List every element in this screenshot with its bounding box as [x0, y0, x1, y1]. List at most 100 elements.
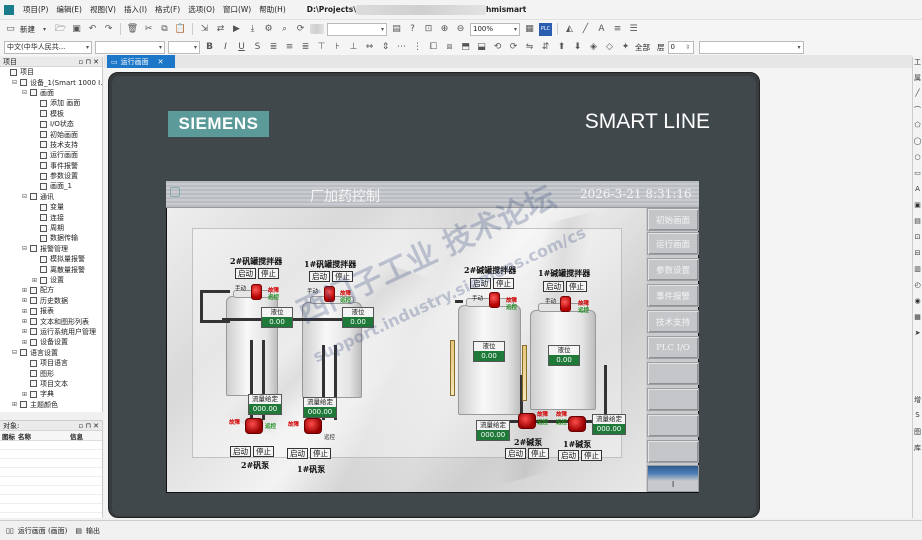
tree-item[interactable]: 数据传输: [0, 233, 102, 243]
back-icon[interactable]: ⬓: [475, 41, 488, 54]
tree-item[interactable]: ⊞ 历史数据: [0, 296, 102, 306]
tree-item[interactable]: ⊞ 设备设置: [0, 337, 102, 347]
tree-item[interactable]: I/O状态: [0, 119, 102, 129]
plc-icon[interactable]: PLC: [539, 22, 552, 36]
arrow-tool-icon[interactable]: ➤: [913, 329, 922, 345]
button-tool-icon[interactable]: ⊡: [913, 233, 922, 249]
polygon-tool-icon[interactable]: ⬠: [913, 121, 922, 137]
cut-icon[interactable]: ✂: [142, 23, 155, 36]
tree-item[interactable]: 事件报警: [0, 161, 102, 171]
zoom-combo[interactable]: 100% ▾: [470, 22, 520, 36]
status-tab-output[interactable]: 输出: [86, 526, 100, 536]
nav-empty-4[interactable]: [647, 440, 699, 463]
line-style-icon[interactable]: ≡: [611, 23, 624, 36]
expand-icon[interactable]: ⊞: [22, 391, 30, 398]
col-info[interactable]: 信息: [70, 431, 100, 441]
folder-tool-icon[interactable]: ▦: [913, 313, 922, 329]
menu-format[interactable]: 格式(F): [152, 4, 183, 15]
align-top-icon[interactable]: ⊤: [315, 41, 328, 54]
simulate-icon[interactable]: ▶: [230, 23, 243, 36]
properties-tab[interactable]: 属: [913, 73, 922, 89]
expand-icon[interactable]: ⊞: [22, 297, 30, 304]
delete-icon[interactable]: 🗑: [126, 23, 139, 36]
copy-icon[interactable]: ⧉: [158, 23, 171, 36]
tree-item[interactable]: 初始画面: [0, 129, 102, 139]
graphics-tab[interactable]: 图: [913, 427, 922, 443]
flow-setpoint[interactable]: 流量给定 000.00: [592, 414, 626, 435]
expand-icon[interactable]: ⊞: [22, 339, 30, 346]
rotate-left-icon[interactable]: ⟲: [491, 41, 504, 54]
stop-button[interactable]: 停止: [566, 281, 587, 292]
flow-setpoint[interactable]: 流量给定 000.00: [303, 397, 337, 418]
start-button[interactable]: 启动: [230, 446, 251, 457]
rotate-right-icon[interactable]: ⟳: [507, 41, 520, 54]
nav-initial-screen[interactable]: 初始画面: [647, 208, 699, 231]
panel-controls-icon[interactable]: ▫ ⊓ ✕: [78, 422, 99, 430]
tree-item[interactable]: 模板: [0, 109, 102, 119]
language-combo[interactable]: 中文(中华人民共... ▾: [4, 40, 92, 54]
font-combo[interactable]: ▾: [95, 40, 165, 54]
redo-icon[interactable]: ↷: [102, 23, 115, 36]
settings-icon[interactable]: ⚙: [262, 23, 275, 36]
enhanced-tab[interactable]: 增: [913, 395, 922, 411]
all-layers-label[interactable]: 全部: [635, 42, 650, 53]
tree-item[interactable]: 模拟量报警: [0, 254, 102, 264]
tree-item[interactable]: 项目: [0, 67, 102, 77]
start-button[interactable]: 启动: [287, 448, 308, 459]
expand-icon[interactable]: ⊞: [22, 328, 30, 335]
transfer-icon[interactable]: ⇄: [214, 23, 227, 36]
stop-button[interactable]: 停止: [493, 278, 514, 289]
menu-options[interactable]: 选项(O): [185, 4, 218, 15]
zoom-out-icon[interactable]: ⊖: [454, 23, 467, 36]
layer-spinner[interactable]: 0 ⇳: [667, 40, 694, 54]
font-size-combo[interactable]: ▾: [168, 40, 200, 54]
layer-combo[interactable]: ▾: [698, 40, 804, 54]
menu-window[interactable]: 窗口(W): [220, 4, 254, 15]
zoom-window-icon[interactable]: ⊡: [422, 23, 435, 36]
tree-item[interactable]: ⊞ 主题颜色: [0, 400, 102, 410]
ellipse-tool-icon[interactable]: ◯: [913, 137, 922, 153]
tree-item[interactable]: 离散量报警: [0, 264, 102, 274]
tree-item[interactable]: ⊞ 文本和图形列表: [0, 316, 102, 326]
tree-item[interactable]: ⊞ 字典: [0, 389, 102, 399]
layer-down-icon[interactable]: ⬇: [571, 41, 584, 54]
panel-controls-icon[interactable]: ▫ ⊓ ✕: [78, 58, 99, 66]
tree-item[interactable]: 画面_1: [0, 181, 102, 191]
nav-alarms[interactable]: 事件报警: [647, 284, 699, 307]
compile-icon[interactable]: ⇲: [198, 23, 211, 36]
col-name[interactable]: 名称: [18, 431, 70, 441]
tree-item[interactable]: 参数设置: [0, 171, 102, 181]
tree-item[interactable]: 运行画面: [0, 150, 102, 160]
start-button[interactable]: 启动: [558, 450, 579, 461]
image-tool-icon[interactable]: ▣: [913, 201, 922, 217]
stop-button[interactable]: 停止: [253, 446, 274, 457]
undo-icon[interactable]: ↶: [86, 23, 99, 36]
nav-empty-3[interactable]: [647, 414, 699, 437]
s-tab[interactable]: S: [913, 411, 922, 427]
new-button[interactable]: 新建: [20, 24, 35, 35]
book-icon[interactable]: ▤: [390, 23, 403, 36]
flip-h-icon[interactable]: ⇋: [523, 41, 536, 54]
tools-tab[interactable]: 工: [913, 57, 922, 73]
stop-button[interactable]: 停止: [310, 448, 331, 459]
magic-icon[interactable]: ✦: [619, 41, 632, 54]
tree-item[interactable]: 添加 画面: [0, 98, 102, 108]
start-button[interactable]: 启动: [543, 281, 564, 292]
nav-home-button[interactable]: I: [647, 465, 699, 492]
dropdown-icon[interactable]: ▾: [38, 23, 51, 36]
io-tool-icon[interactable]: ▤: [913, 217, 922, 233]
tree-item[interactable]: 图形: [0, 368, 102, 378]
tree-item[interactable]: 技术支持: [0, 140, 102, 150]
stop-button[interactable]: 停止: [258, 268, 279, 279]
underline-icon[interactable]: U: [235, 41, 248, 54]
symbol-tool-icon[interactable]: ◉: [913, 297, 922, 313]
tree-item[interactable]: ⊞ 运行系统用户管理: [0, 327, 102, 337]
text-tool-icon[interactable]: A: [913, 185, 922, 201]
bar-tool-icon[interactable]: ▥: [913, 265, 922, 281]
paste-icon[interactable]: 📋: [174, 23, 187, 36]
font-color-icon[interactable]: A: [595, 23, 608, 36]
status-tab-screen[interactable]: 运行画面 (画面): [18, 526, 68, 536]
bold-icon[interactable]: B: [203, 41, 216, 54]
fill-color-icon[interactable]: ◭: [563, 23, 576, 36]
start-button[interactable]: 启动: [309, 271, 330, 282]
